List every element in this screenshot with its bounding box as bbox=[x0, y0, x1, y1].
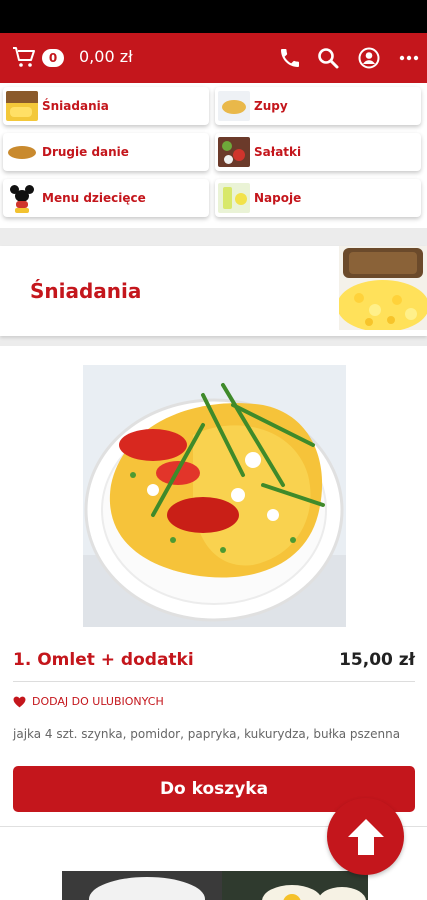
section-banner: Śniadania bbox=[0, 246, 427, 336]
category-grid: Śniadania Zupy Drugie danie Sałatki Menu… bbox=[0, 83, 427, 228]
product-price: 15,00 zł bbox=[339, 650, 415, 670]
breakfast-thumb bbox=[6, 91, 38, 121]
phone-icon[interactable] bbox=[278, 46, 302, 70]
product-card: 1. Omlet + dodatki 15,00 zł DODAJ DO ULU… bbox=[0, 346, 427, 826]
cart-total[interactable]: 0,00 zł bbox=[79, 47, 133, 66]
mickey-mouse-thumb bbox=[6, 183, 38, 213]
category-label: Zupy bbox=[254, 99, 288, 113]
category-label: Napoje bbox=[254, 191, 302, 205]
section-title: Śniadania bbox=[30, 279, 142, 303]
arrow-up-icon bbox=[347, 818, 384, 855]
product-description: jajka 4 szt. szynka, pomidor, papryka, k… bbox=[13, 727, 401, 741]
heart-icon bbox=[13, 696, 26, 707]
category-label: Sałatki bbox=[254, 145, 302, 159]
product-name: 1. Omlet + dodatki bbox=[13, 650, 194, 670]
more-icon[interactable] bbox=[397, 46, 421, 70]
category-breakfast[interactable]: Śniadania bbox=[3, 87, 209, 125]
next-product-photo[interactable] bbox=[62, 871, 368, 900]
soup-thumb bbox=[218, 91, 250, 121]
drinks-thumb bbox=[218, 183, 250, 213]
divider bbox=[13, 681, 415, 682]
breakfast-banner-image bbox=[339, 246, 427, 336]
main-course-thumb bbox=[6, 137, 38, 167]
search-icon[interactable] bbox=[316, 46, 340, 70]
status-bar bbox=[0, 0, 427, 33]
category-salads[interactable]: Sałatki bbox=[215, 133, 421, 171]
app-bar: 0 0,00 zł bbox=[0, 33, 427, 83]
add-to-favorites-link[interactable]: DODAJ DO ULUBIONYCH bbox=[13, 695, 164, 708]
category-kids-menu[interactable]: Menu dziecięce bbox=[3, 179, 209, 217]
category-label: Śniadania bbox=[42, 99, 109, 113]
cart-count-badge: 0 bbox=[42, 49, 64, 67]
cart-icon[interactable] bbox=[12, 45, 36, 69]
category-label: Drugie danie bbox=[42, 145, 129, 159]
favorites-label: DODAJ DO ULUBIONYCH bbox=[32, 695, 164, 708]
category-soups[interactable]: Zupy bbox=[215, 87, 421, 125]
omelette-photo[interactable] bbox=[83, 365, 346, 627]
salad-thumb bbox=[218, 137, 250, 167]
category-main-course[interactable]: Drugie danie bbox=[3, 133, 209, 171]
scroll-to-top-button[interactable] bbox=[327, 798, 404, 875]
category-drinks[interactable]: Napoje bbox=[215, 179, 421, 217]
category-label: Menu dziecięce bbox=[42, 191, 146, 205]
account-icon[interactable] bbox=[357, 46, 381, 70]
